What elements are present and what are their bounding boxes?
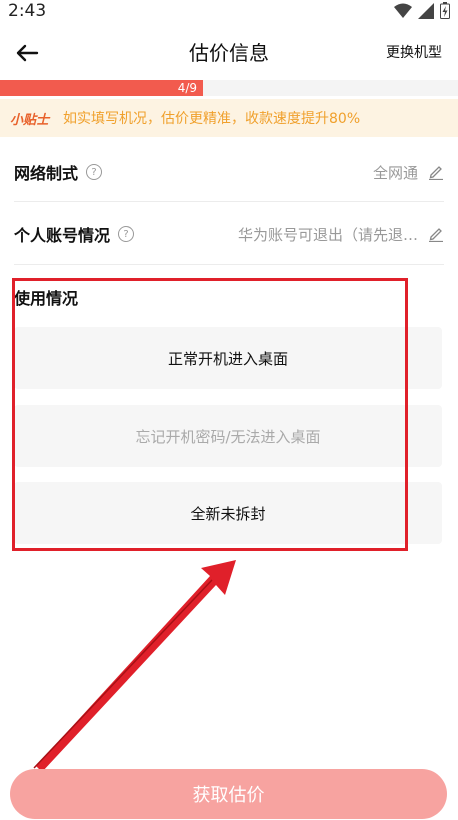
switch-model-button[interactable]: 更换机型 [386, 43, 442, 63]
account-row[interactable]: 个人账号情况 ? 华为账号可退出（请先退… [14, 222, 444, 246]
help-icon[interactable]: ? [118, 226, 135, 242]
network-value-group: 全网通 [373, 162, 444, 183]
network-value: 全网通 [372, 163, 418, 182]
get-estimate-button[interactable]: 获取估价 [10, 769, 447, 819]
tip-text: 如实填写机况，估价更精准，收款速度提升80% [63, 111, 361, 127]
annotation-arrow [33, 560, 236, 772]
progress-bar: 4/9 [0, 80, 458, 96]
status-time: 2:43 [8, 1, 47, 21]
network-label: 网络制式 [14, 164, 79, 183]
edit-icon[interactable] [428, 226, 444, 242]
account-value-group: 华为账号可退出（请先退… [238, 224, 444, 245]
battery-icon [440, 2, 450, 19]
signal-icon [418, 2, 434, 19]
account-label: 个人账号情况 [14, 226, 111, 245]
edit-icon[interactable] [428, 164, 444, 180]
progress-fill: 4/9 [0, 80, 203, 96]
account-value: 华为账号可退出（请先退… [237, 225, 418, 244]
tip-badge: 小贴士 [10, 112, 50, 128]
account-label-group: 个人账号情况 ? [14, 222, 135, 246]
network-row[interactable]: 网络制式 ? 全网通 [14, 160, 444, 184]
progress-label: 4/9 [177, 81, 197, 95]
divider [14, 201, 444, 202]
tip-banner: 小贴士 如实填写机况，估价更精准，收款速度提升80% [0, 99, 458, 137]
status-icons [394, 2, 450, 19]
network-label-group: 网络制式 ? [14, 160, 103, 184]
divider [14, 264, 444, 265]
wifi-icon [394, 3, 412, 18]
help-icon[interactable]: ? [86, 164, 103, 180]
annotation-box [12, 278, 408, 551]
